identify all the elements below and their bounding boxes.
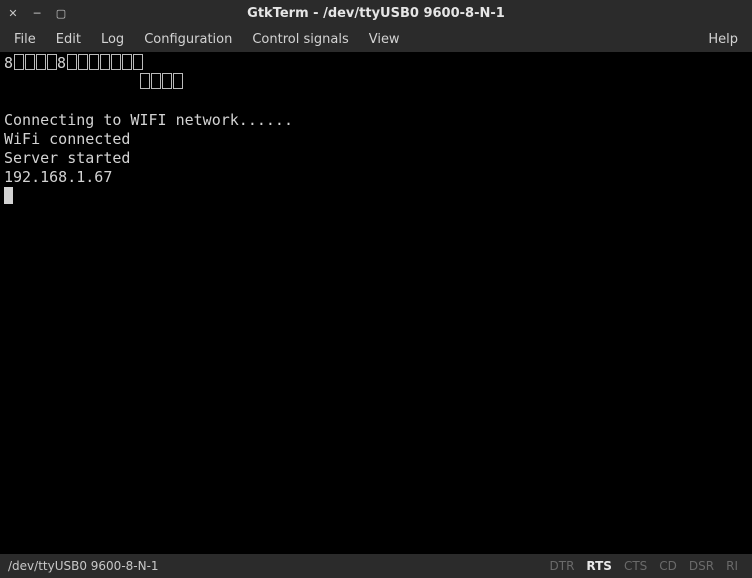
garbage-glyph	[173, 73, 183, 89]
terminal-cursor	[4, 187, 13, 204]
garbage-glyph	[162, 73, 172, 89]
terminal-line: WiFi connected	[4, 130, 130, 148]
statusbar: /dev/ttyUSB0 9600-8-N-1 DTR RTS CTS CD D…	[0, 554, 752, 578]
signal-rts[interactable]: RTS	[580, 559, 618, 573]
garbage-glyph	[67, 54, 77, 70]
window-controls: ✕ ─ ▢	[6, 6, 68, 20]
garbage-glyph	[89, 54, 99, 70]
garbage-glyph	[14, 54, 24, 70]
garbage-glyph	[111, 54, 121, 70]
menu-file[interactable]: File	[4, 28, 46, 51]
garbage-glyph	[122, 54, 132, 70]
menubar: File Edit Log Configuration Control sign…	[0, 26, 752, 52]
terminal-line: 192.168.1.67	[4, 168, 112, 186]
garbage-glyph	[140, 73, 150, 89]
terminal-char: 8	[4, 54, 13, 72]
garbage-glyph	[100, 54, 110, 70]
window-title: GtkTerm - /dev/ttyUSB0 9600-8-N-1	[0, 6, 752, 21]
minimize-icon[interactable]: ─	[30, 6, 44, 20]
close-icon[interactable]: ✕	[6, 6, 20, 20]
menu-configuration[interactable]: Configuration	[134, 28, 242, 51]
terminal-char: 8	[57, 54, 66, 72]
signal-cts[interactable]: CTS	[618, 559, 653, 573]
terminal-line: Server started	[4, 149, 130, 167]
titlebar: ✕ ─ ▢ GtkTerm - /dev/ttyUSB0 9600-8-N-1	[0, 0, 752, 26]
maximize-icon[interactable]: ▢	[54, 6, 68, 20]
garbage-glyph	[36, 54, 46, 70]
menu-control-signals[interactable]: Control signals	[242, 28, 358, 51]
menu-edit[interactable]: Edit	[46, 28, 91, 51]
garbage-glyph	[47, 54, 57, 70]
terminal-output[interactable]: 8 8 Connecting to WIFI network...... WiFi…	[0, 52, 752, 554]
signal-dsr[interactable]: DSR	[683, 559, 720, 573]
menu-view[interactable]: View	[359, 28, 410, 51]
signal-dtr[interactable]: DTR	[544, 559, 581, 573]
garbage-glyph	[78, 54, 88, 70]
terminal-line: Connecting to WIFI network......	[4, 111, 293, 129]
garbage-glyph	[25, 54, 35, 70]
status-port: /dev/ttyUSB0 9600-8-N-1	[8, 559, 159, 573]
signal-cd[interactable]: CD	[653, 559, 683, 573]
garbage-glyph	[151, 73, 161, 89]
garbage-glyph	[133, 54, 143, 70]
menu-help[interactable]: Help	[698, 28, 748, 51]
menu-log[interactable]: Log	[91, 28, 134, 51]
signal-ri[interactable]: RI	[720, 559, 744, 573]
